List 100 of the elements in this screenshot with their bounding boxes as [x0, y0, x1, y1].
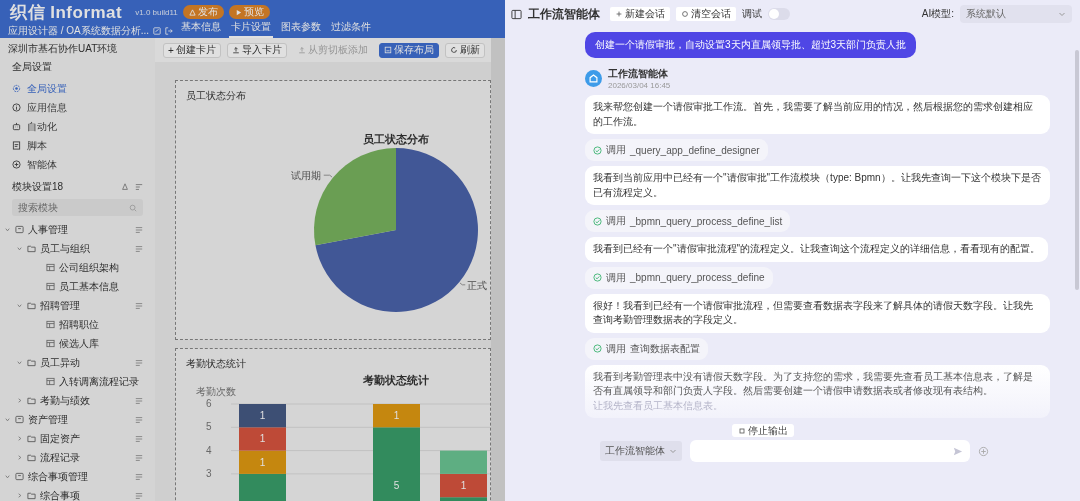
tree-item[interactable]: 员工与组织: [0, 239, 155, 258]
tree-item[interactable]: 固定资产: [0, 429, 155, 448]
tab[interactable]: 图表参数: [279, 20, 324, 38]
caret-icon[interactable]: [4, 416, 11, 423]
send-icon[interactable]: [952, 445, 963, 457]
caret-icon[interactable]: [16, 492, 23, 499]
tree-item[interactable]: 综合事项: [0, 486, 155, 501]
user-message: 创建一个请假审批，自动设置3天内直属领导批、超过3天部门负责人批: [585, 32, 917, 58]
stop-button[interactable]: 停止输出: [731, 424, 794, 437]
sidebar-toggle-icon[interactable]: [511, 8, 522, 20]
tree-item[interactable]: 招聘职位: [0, 315, 155, 334]
check-icon: [593, 145, 602, 155]
caret-icon[interactable]: [4, 473, 11, 480]
caret-icon[interactable]: [16, 454, 23, 461]
axis-label: 4: [206, 444, 212, 456]
agent-message: 我来帮您创建一个请假审批工作流。首先，我需要了解当前应用的情况，然后根据您的需求创建相应的工作流。: [585, 95, 1050, 134]
toolbar-button[interactable]: 导入卡片: [226, 42, 287, 58]
agent-message: 我看到当前应用中已经有一个"请假审批"工作流模块（type: Bpmn）。让我先查询一下这个模块下是否已有流程定义。: [585, 166, 1050, 205]
chevron-icon: [669, 447, 677, 455]
debug-label: 调试: [742, 7, 762, 21]
sidebar-item[interactable]: 应用信息: [0, 98, 155, 117]
bar-segment: [239, 427, 286, 451]
list-icon[interactable]: [135, 225, 143, 234]
folder-icon: [27, 491, 36, 500]
tool-call[interactable]: 调用 _bpmn_query_process_define: [585, 266, 773, 289]
add-icon[interactable]: [978, 445, 989, 457]
tree-item[interactable]: 入转调离流程记录: [0, 372, 155, 391]
list-icon[interactable]: [135, 415, 143, 424]
caret-icon[interactable]: [4, 226, 11, 233]
table-icon: [46, 282, 55, 291]
new-chat-button[interactable]: 新建会话: [610, 7, 670, 21]
edit-icon[interactable]: [153, 27, 162, 35]
list-icon[interactable]: [135, 396, 143, 405]
tree-item[interactable]: 招聘管理: [0, 296, 155, 315]
circle-icon: [681, 10, 689, 18]
debug-toggle[interactable]: [768, 8, 790, 20]
caret-icon[interactable]: [16, 397, 23, 404]
scrollbar[interactable]: [491, 38, 505, 501]
tool-call[interactable]: 调用 _bpmn_query_process_define_list: [585, 210, 791, 232]
sidebar-item[interactable]: 脚本: [0, 136, 155, 155]
agent-avatar-icon: [585, 70, 602, 87]
tree-item[interactable]: 流程记录: [0, 448, 155, 467]
upload-icon: [297, 46, 306, 54]
message-input[interactable]: [690, 440, 970, 462]
gear-icon: [12, 84, 21, 93]
list-icon[interactable]: [135, 491, 143, 500]
leader-line: [459, 282, 466, 286]
save-icon: [383, 46, 392, 54]
triangle-icon: [188, 8, 196, 16]
bar-segment: [239, 450, 286, 474]
scrollbar[interactable]: [1075, 50, 1079, 290]
model-label: AI模型:: [921, 7, 954, 21]
list-icon[interactable]: [135, 453, 143, 462]
tree-item[interactable]: 公司组织架构: [0, 258, 155, 277]
caret-icon[interactable]: [16, 302, 23, 309]
tree-item[interactable]: 候选人库: [0, 334, 155, 353]
data-label: 1: [393, 410, 400, 422]
folder-icon: [27, 396, 36, 405]
list-icon[interactable]: [135, 472, 143, 481]
search-field[interactable]: 搜索模块: [12, 199, 143, 216]
sidebar-item[interactable]: 智能体: [0, 155, 155, 174]
caret-icon[interactable]: [16, 435, 23, 442]
list-icon[interactable]: [135, 244, 143, 253]
panel-title: 工作流智能体: [528, 5, 600, 23]
agent-select[interactable]: 工作流智能体: [600, 441, 682, 461]
tab[interactable]: 过滤条件: [329, 20, 374, 38]
tree-item[interactable]: 资产管理: [0, 410, 155, 429]
folder-icon: [27, 358, 36, 367]
toolbar-button[interactable]: + 创建卡片: [163, 42, 221, 58]
sort-icon[interactable]: [135, 183, 143, 191]
version-label: v1.0 build11: [135, 7, 178, 17]
tree-item[interactable]: 人事管理: [0, 220, 155, 239]
play-icon: [234, 8, 242, 16]
sidebar-item[interactable]: 自动化: [0, 117, 155, 136]
exit-icon[interactable]: [165, 27, 174, 35]
tool-call[interactable]: 调用 查询数据表配置: [585, 337, 708, 360]
tool-call[interactable]: 调用 _query_app_define_designer: [585, 139, 768, 161]
chart-title: 员工状态分布: [363, 133, 429, 145]
toolbar-button[interactable]: 刷新: [444, 42, 485, 58]
caret-icon[interactable]: [16, 359, 23, 366]
list-icon[interactable]: [135, 358, 143, 367]
toolbar-button[interactable]: 保存布局: [378, 42, 439, 58]
tree-item[interactable]: 员工基本信息: [0, 277, 155, 296]
model-select[interactable]: 系统默认: [960, 5, 1072, 23]
triangle-icon[interactable]: [121, 183, 129, 191]
bar-segment: [239, 473, 286, 501]
tab[interactable]: 基本信息: [179, 20, 224, 38]
sidebar-item[interactable]: 全局设置: [0, 79, 155, 98]
caret-icon[interactable]: [16, 245, 23, 252]
module-icon: [15, 472, 24, 481]
list-icon[interactable]: [135, 301, 143, 310]
list-icon[interactable]: [135, 434, 143, 443]
tree-item[interactable]: 综合事项管理: [0, 467, 155, 486]
tree-item[interactable]: 考勤与绩效: [0, 391, 155, 410]
search-icon[interactable]: [129, 203, 137, 212]
folder-icon: [27, 434, 36, 443]
check-icon: [593, 216, 602, 226]
clear-chat-button[interactable]: 清空会话: [676, 7, 736, 21]
tree-item[interactable]: 员工异动: [0, 353, 155, 372]
plus-icon: [615, 10, 623, 18]
